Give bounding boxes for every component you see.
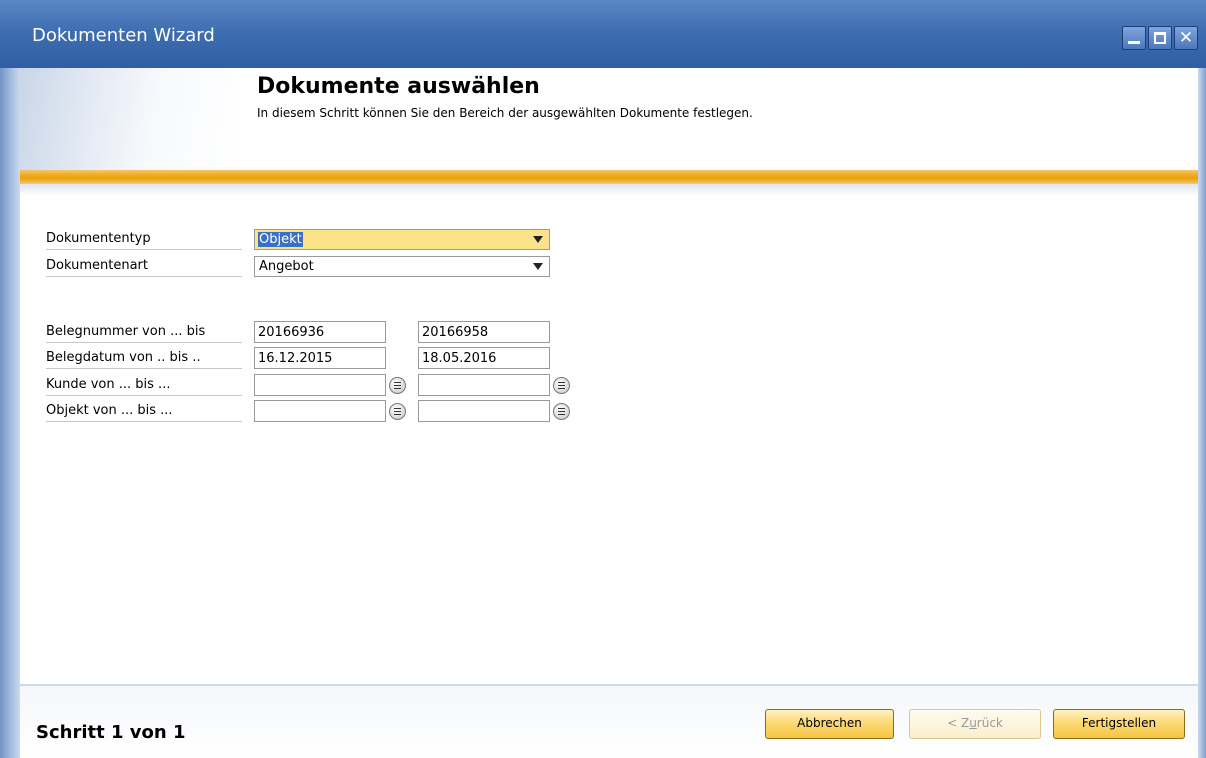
objekt-label: Objekt von ... bis ... [46, 400, 242, 422]
belegdatum-label: Belegdatum von .. bis .. [46, 347, 242, 369]
cancel-button[interactable]: Abbrechen [765, 709, 894, 739]
dokumentenart-label: Dokumentenart [46, 255, 242, 277]
close-icon[interactable]: ✕ [1174, 26, 1198, 50]
kunde-to-lookup-icon[interactable] [553, 377, 570, 394]
dokumententyp-dropdown[interactable]: Objekt [254, 229, 550, 250]
belegnummer-to-value[interactable] [422, 322, 549, 342]
back-button[interactable]: < Zurück [909, 709, 1041, 739]
page-description: In diesem Schritt können Sie den Bereich… [257, 106, 753, 120]
kunde-from-input[interactable] [254, 374, 386, 396]
dokumentenart-dropdown[interactable]: Angebot [254, 256, 550, 277]
belegnummer-to-input[interactable] [418, 321, 550, 343]
title-bar[interactable]: Dokumenten Wizard ✕ [0, 0, 1206, 68]
header-accent-line [20, 170, 1198, 184]
objekt-from-value[interactable] [258, 401, 385, 421]
page-title: Dokumente auswählen [257, 74, 540, 99]
belegdatum-from-input[interactable] [254, 347, 386, 369]
step-indicator: Schritt 1 von 1 [36, 722, 186, 743]
chevron-down-icon[interactable] [533, 263, 543, 270]
objekt-to-value[interactable] [422, 401, 549, 421]
dokumentenart-value: Angebot [259, 259, 314, 274]
kunde-to-value[interactable] [422, 375, 549, 395]
belegnummer-from-value[interactable] [258, 322, 385, 342]
wizard-header: Dokumente auswählen In diesem Schritt kö… [20, 68, 1198, 170]
objekt-to-input[interactable] [418, 400, 550, 422]
back-button-mnemonic: u [969, 716, 977, 730]
finish-button[interactable]: Fertigstellen [1053, 709, 1185, 739]
kunde-label: Kunde von ... bis ... [46, 374, 242, 396]
chevron-down-icon[interactable] [533, 236, 543, 243]
kunde-from-value[interactable] [258, 375, 385, 395]
objekt-from-lookup-icon[interactable] [389, 403, 406, 420]
belegdatum-to-value[interactable] [422, 348, 549, 368]
back-button-label-pre: < Z [947, 716, 970, 730]
window-controls: ✕ [1122, 26, 1198, 50]
objekt-from-input[interactable] [254, 400, 386, 422]
dokumententyp-label: Dokumententyp [46, 228, 242, 250]
window-title: Dokumenten Wizard [32, 25, 215, 46]
belegdatum-to-input[interactable] [418, 347, 550, 369]
dokumententyp-value: Objekt [258, 232, 303, 247]
back-button-label-post: rück [976, 716, 1003, 730]
header-shadow [20, 184, 1198, 196]
belegnummer-label: Belegnummer von ... bis [46, 321, 242, 343]
window-frame-right [1198, 68, 1206, 758]
objekt-to-lookup-icon[interactable] [553, 403, 570, 420]
header-decoration [20, 68, 240, 170]
kunde-from-lookup-icon[interactable] [389, 377, 406, 394]
minimize-icon[interactable] [1122, 26, 1146, 50]
belegdatum-from-value[interactable] [258, 348, 385, 368]
maximize-icon[interactable] [1148, 26, 1172, 50]
belegnummer-from-input[interactable] [254, 321, 386, 343]
kunde-to-input[interactable] [418, 374, 550, 396]
window-frame-left [0, 68, 20, 758]
